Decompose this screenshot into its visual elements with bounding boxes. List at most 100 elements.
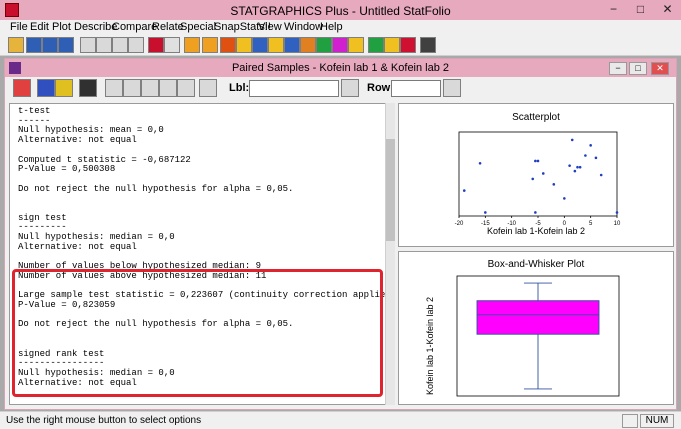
scatter-point xyxy=(534,159,537,163)
tool-c-icon[interactable] xyxy=(141,79,159,97)
main-toolbar xyxy=(0,34,681,56)
tool-13-icon[interactable] xyxy=(384,37,400,53)
analysis-options-icon[interactable] xyxy=(37,79,55,97)
tool-10-icon[interactable] xyxy=(332,37,348,53)
menu-file[interactable]: File xyxy=(10,20,28,34)
lbl-input[interactable] xyxy=(249,80,339,97)
child-restore-button[interactable]: □ xyxy=(629,62,647,75)
tool-11-icon[interactable] xyxy=(348,37,364,53)
row-label: Row: xyxy=(367,82,394,94)
scatter-point xyxy=(589,144,592,147)
tool-b-icon[interactable] xyxy=(123,79,141,97)
tool-e-icon[interactable] xyxy=(177,79,195,97)
scatter-point xyxy=(573,169,577,173)
app-title-bar[interactable]: STATGRAPHICS Plus - Untitled StatFolio −… xyxy=(0,0,681,20)
tool-9-icon[interactable] xyxy=(316,37,332,53)
menu-edit[interactable]: Edit xyxy=(30,20,49,34)
scroll-thumb[interactable] xyxy=(386,139,395,241)
output-line: Do not reject the null hypothesis for al… xyxy=(18,183,294,194)
menu-compare[interactable]: Compare xyxy=(112,20,157,34)
tool-5-icon[interactable] xyxy=(252,37,268,53)
tool-3-icon[interactable] xyxy=(220,37,236,53)
scatter-xtick-label: 10 xyxy=(614,221,621,227)
scatterplot-pane[interactable]: Scatterplot -20 -15 -10 -5 0 5 10 Kofein lab 1-K… xyxy=(398,103,674,247)
tool-2-icon[interactable] xyxy=(202,37,218,53)
scatter-xtick-label: -20 xyxy=(455,221,464,227)
row-search-icon[interactable] xyxy=(443,79,461,97)
tabular-options-icon[interactable] xyxy=(55,79,73,97)
menu-bar: File Edit Plot Describe Compare Relate S… xyxy=(0,20,681,34)
scatter-point xyxy=(478,162,482,165)
tool-f-icon[interactable] xyxy=(199,79,217,97)
tool-d-icon[interactable] xyxy=(159,79,177,97)
stop-icon[interactable] xyxy=(148,37,164,53)
scatter-point xyxy=(531,177,535,181)
menu-plot[interactable]: Plot xyxy=(52,20,71,34)
scatter-point xyxy=(578,165,582,169)
box-title: Box-and-Whisker Plot xyxy=(488,259,585,270)
row-input[interactable] xyxy=(391,80,441,97)
scatter-point xyxy=(536,159,540,163)
graphical-options-icon[interactable] xyxy=(79,79,97,97)
find-icon[interactable] xyxy=(164,37,180,53)
output-line: t-test xyxy=(18,106,51,116)
menu-window[interactable]: Window xyxy=(284,20,323,34)
tool-6-icon[interactable] xyxy=(268,37,284,53)
menu-special[interactable]: Special xyxy=(180,20,216,34)
tool-12-icon[interactable] xyxy=(368,37,384,53)
help-icon[interactable] xyxy=(400,37,416,53)
status-cell xyxy=(622,414,638,428)
boxplot-pane[interactable]: Box-and-Whisker Plot Kofein lab 1-Kofein … xyxy=(398,251,674,405)
print-icon[interactable] xyxy=(58,37,74,53)
tool-7-icon[interactable] xyxy=(284,37,300,53)
child-close-button[interactable]: ✕ xyxy=(651,62,669,75)
paired-samples-window: Paired Samples - Kofein lab 1 & Kofein l… xyxy=(4,58,677,410)
scatter-point xyxy=(534,211,537,214)
lbl-label: Lbl: xyxy=(229,82,250,94)
tool-a-icon[interactable] xyxy=(105,79,123,97)
copy-icon[interactable] xyxy=(96,37,112,53)
scatter-xtick-label: 5 xyxy=(589,221,593,227)
scatter-xlabel: Kofein lab 1-Kofein lab 2 xyxy=(487,226,585,236)
calculator-icon[interactable] xyxy=(420,37,436,53)
scatter-frame xyxy=(458,131,618,217)
sign-test-highlight xyxy=(12,269,383,397)
input-dialog-icon[interactable] xyxy=(13,79,31,97)
scatterplot: Scatterplot-20 -15 -10 -5 0 5 10Kofein lab 1-K… xyxy=(455,112,621,236)
open-folder-icon[interactable] xyxy=(8,37,24,53)
box-whisker-plot: Box-and-Whisker Plot Kofein lab 1-Kofein … xyxy=(425,259,620,397)
scatter-point xyxy=(484,211,487,214)
save-icon[interactable] xyxy=(26,37,42,53)
child-title: Paired Samples - Kofein lab 1 & Kofein l… xyxy=(231,62,450,74)
minimize-button[interactable]: − xyxy=(600,0,627,19)
tool-1-icon[interactable] xyxy=(184,37,200,53)
save-all-icon[interactable] xyxy=(42,37,58,53)
child-title-bar[interactable]: Paired Samples - Kofein lab 1 & Kofein l… xyxy=(5,59,676,77)
undo-icon[interactable] xyxy=(128,37,144,53)
scatter-point xyxy=(568,164,571,167)
menu-view[interactable]: View xyxy=(258,20,282,34)
maximize-button[interactable]: □ xyxy=(627,0,654,19)
child-minimize-button[interactable]: − xyxy=(609,62,627,75)
tool-4-icon[interactable] xyxy=(236,37,252,53)
scatter-point xyxy=(594,156,598,160)
scatter-point xyxy=(576,165,579,169)
output-line: Alternative: not equal xyxy=(18,241,137,252)
menu-help[interactable]: Help xyxy=(320,20,343,34)
cut-icon[interactable] xyxy=(80,37,96,53)
menu-describe[interactable]: Describe xyxy=(74,20,117,34)
status-message: Use the right mouse button to select opt… xyxy=(6,415,202,426)
iqr-box xyxy=(476,300,600,335)
scatter-point xyxy=(599,173,603,177)
lbl-search-icon[interactable] xyxy=(341,79,359,97)
paste-icon[interactable] xyxy=(112,37,128,53)
text-scrollbar[interactable] xyxy=(385,103,395,405)
num-lock-indicator: NUM xyxy=(640,414,674,428)
scatter-title: Scatterplot xyxy=(512,112,560,123)
tool-8-icon[interactable] xyxy=(300,37,316,53)
close-button[interactable]: ✕ xyxy=(654,0,681,19)
scatter-point xyxy=(563,197,566,200)
scatter-point xyxy=(541,172,545,175)
